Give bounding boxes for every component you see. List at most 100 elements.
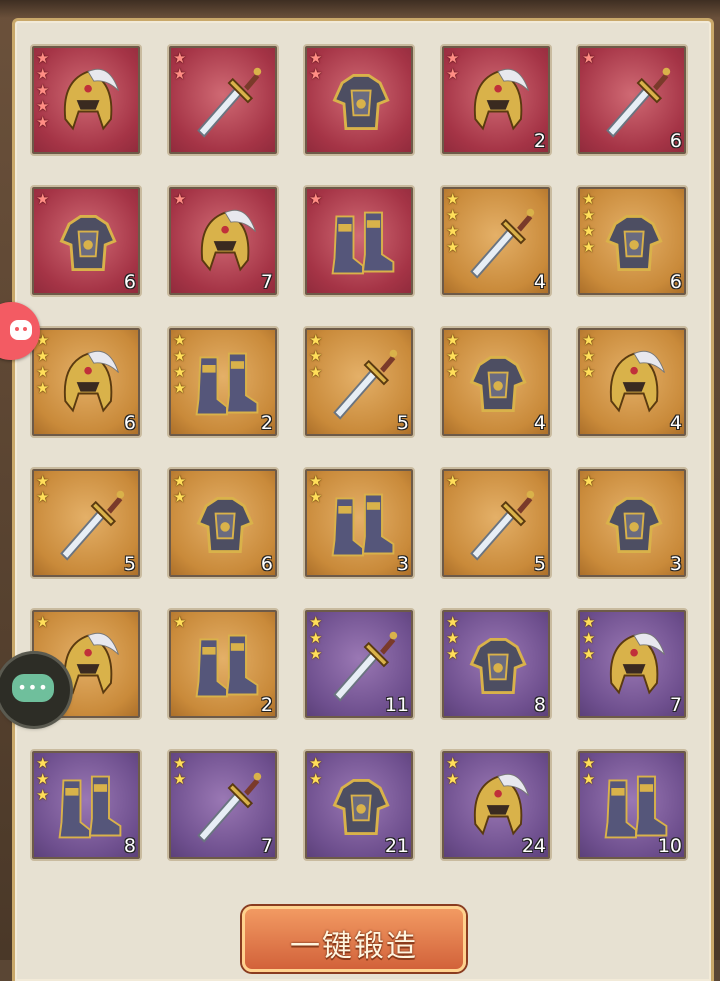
star-rating: ★	[173, 191, 186, 207]
one-click-forge-button[interactable]: 一键锻造	[242, 906, 466, 972]
equipment-slot[interactable]: ★ 6	[30, 185, 142, 297]
helmet-icon	[609, 632, 665, 695]
sword-icon	[197, 67, 262, 138]
star-rating: ★	[446, 473, 459, 489]
star-icon: ★	[446, 347, 460, 365]
star-rating: ★ ★ ★	[309, 332, 322, 380]
star-icon: ★	[446, 629, 460, 647]
equipment-slot[interactable]: ★ ★ ★ 4	[440, 326, 552, 438]
star-rating: ★ ★ ★ ★ ★	[36, 50, 49, 130]
sword-icon	[470, 208, 535, 279]
star-icon: ★	[309, 190, 323, 208]
star-icon: ★	[36, 97, 50, 115]
equipment-slot[interactable]: ★ ★ ★ 5	[303, 326, 415, 438]
star-icon: ★	[309, 363, 323, 381]
equipment-slot[interactable]: ★ ★	[167, 44, 279, 156]
equipment-slot[interactable]: ★ ★ 3	[303, 467, 415, 579]
star-icon: ★	[36, 770, 50, 788]
item-count: 21	[384, 835, 409, 857]
helmet-icon	[200, 209, 256, 272]
equipment-slot[interactable]: ★ ★ ★ 8	[440, 608, 552, 720]
star-icon: ★	[582, 238, 596, 256]
equipment-slot[interactable]: ★ ★ ★ 8	[30, 749, 142, 861]
item-count: 10	[657, 835, 682, 857]
star-rating: ★	[173, 614, 186, 630]
armor-icon	[196, 496, 254, 554]
star-icon: ★	[582, 363, 596, 381]
star-rating: ★ ★	[446, 755, 459, 787]
equipment-slot[interactable]: ★ ★ ★ 11	[303, 608, 415, 720]
star-icon: ★	[309, 331, 323, 349]
helmet-icon	[473, 68, 529, 131]
equipment-slot[interactable]: ★ 5	[440, 467, 552, 579]
star-icon: ★	[309, 613, 323, 631]
equipment-slot[interactable]: ★ ★ ★ ★ 6	[576, 185, 688, 297]
chat-button[interactable]: •••	[0, 654, 70, 726]
item-count: 11	[384, 694, 409, 716]
star-icon: ★	[309, 488, 323, 506]
star-icon: ★	[446, 222, 460, 240]
equipment-slot[interactable]: ★ 6	[576, 44, 688, 156]
equipment-slot[interactable]: ★ ★ 10	[576, 749, 688, 861]
star-icon: ★	[582, 347, 596, 365]
star-rating: ★ ★ ★	[582, 332, 595, 380]
sword-icon	[60, 490, 125, 561]
equipment-slot[interactable]: ★ ★ ★ 7	[576, 608, 688, 720]
star-icon: ★	[582, 190, 596, 208]
star-rating: ★	[36, 614, 49, 630]
equipment-slot[interactable]: ★ ★ 7	[167, 749, 279, 861]
star-icon: ★	[36, 613, 50, 631]
star-icon: ★	[309, 65, 323, 83]
item-count: 7	[260, 835, 273, 857]
star-icon: ★	[446, 206, 460, 224]
star-icon: ★	[36, 347, 50, 365]
boots-icon	[195, 352, 259, 416]
star-icon: ★	[309, 754, 323, 772]
equipment-slot[interactable]: ★ 3	[576, 467, 688, 579]
star-icon: ★	[446, 754, 460, 772]
star-rating: ★ ★	[309, 473, 322, 505]
star-icon: ★	[582, 472, 596, 490]
star-icon: ★	[309, 645, 323, 663]
equipment-slot[interactable]: ★ ★ ★ ★ 6	[30, 326, 142, 438]
star-icon: ★	[173, 770, 187, 788]
star-icon: ★	[173, 49, 187, 67]
item-count: 6	[260, 553, 273, 575]
star-icon: ★	[309, 49, 323, 67]
star-icon: ★	[36, 379, 50, 397]
armor-icon	[332, 73, 390, 131]
equipment-slot[interactable]: ★ ★ ★ 4	[576, 326, 688, 438]
equipment-slot[interactable]: ★ ★ 21	[303, 749, 415, 861]
equipment-slot[interactable]: ★ ★ ★ ★ ★	[30, 44, 142, 156]
equipment-slot[interactable]: ★ ★ 6	[167, 467, 279, 579]
star-icon: ★	[36, 472, 50, 490]
star-icon: ★	[446, 770, 460, 788]
equipment-slot[interactable]: ★ 2	[167, 608, 279, 720]
star-icon: ★	[582, 222, 596, 240]
star-icon: ★	[173, 754, 187, 772]
equipment-slot[interactable]: ★ ★	[303, 44, 415, 156]
boots-icon	[331, 493, 395, 557]
item-count: 3	[669, 553, 682, 575]
item-count: 2	[260, 412, 273, 434]
star-icon: ★	[309, 347, 323, 365]
equipment-slot[interactable]: ★ ★ 24	[440, 749, 552, 861]
equipment-slot[interactable]: ★ 7	[167, 185, 279, 297]
item-count: 5	[533, 553, 546, 575]
equipment-slot[interactable]: ★ ★ ★ ★ 2	[167, 326, 279, 438]
star-rating: ★ ★	[309, 50, 322, 82]
helmet-icon	[609, 350, 665, 413]
star-rating: ★ ★ ★	[446, 332, 459, 380]
star-icon: ★	[173, 613, 187, 631]
equipment-slot[interactable]: ★ ★ ★ ★ 4	[440, 185, 552, 297]
star-icon: ★	[36, 190, 50, 208]
equipment-slot[interactable]: ★ ★ 5	[30, 467, 142, 579]
star-rating: ★ ★	[173, 755, 186, 787]
equipment-slot[interactable]: ★	[303, 185, 415, 297]
armor-icon	[605, 496, 663, 554]
sword-icon	[197, 772, 262, 843]
sword-icon	[470, 490, 535, 561]
equipment-slot[interactable]: ★ ★ 2	[440, 44, 552, 156]
item-count: 2	[533, 130, 546, 152]
item-count: 8	[533, 694, 546, 716]
